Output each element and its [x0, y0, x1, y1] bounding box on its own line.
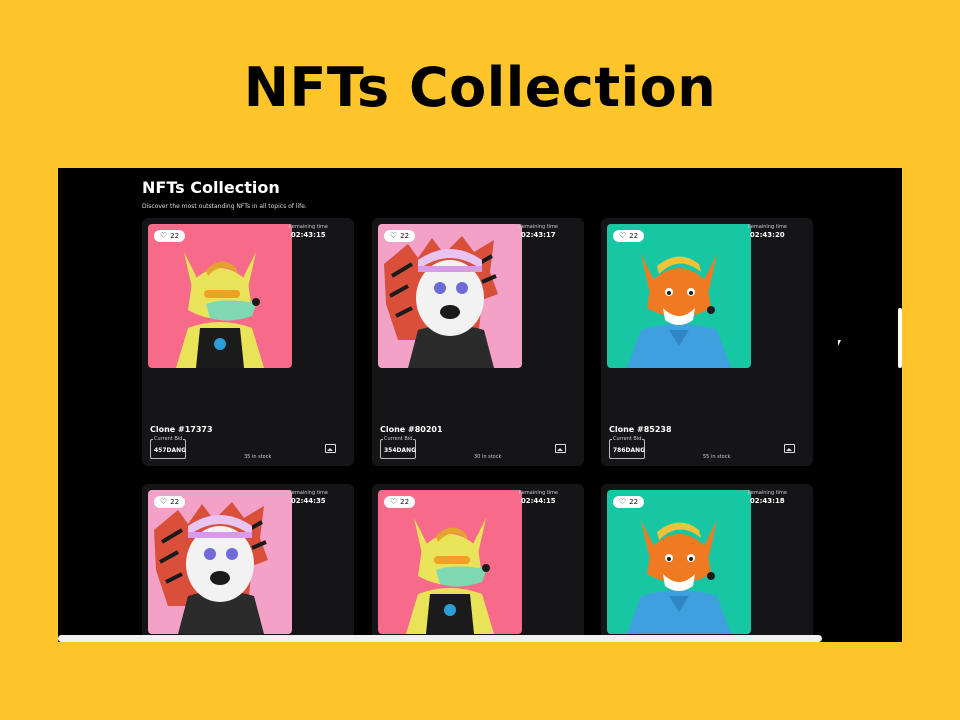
remaining-time-label: Remaining time — [288, 490, 328, 496]
remaining-time-value: 02:43:20 — [749, 231, 785, 239]
mouse-cursor — [838, 340, 841, 346]
current-bid: Current Bid 354DANG — [380, 436, 417, 459]
page-title: NFTs Collection — [142, 178, 280, 197]
nft-artwork[interactable] — [148, 224, 292, 368]
remaining-time-label: Remaining time — [518, 224, 558, 230]
bear-artwork-image — [378, 224, 522, 368]
heart-icon: ♡ — [160, 231, 168, 240]
remaining-time-value: 02:43:15 — [290, 231, 326, 239]
remaining-time-label: Remaining time — [518, 490, 558, 496]
nft-card[interactable]: ♡ 22 Remaining time 02:44:35 — [142, 484, 354, 642]
remaining-time-value: 02:43:18 — [749, 497, 785, 505]
fox-artwork-image — [607, 490, 751, 634]
nft-artwork[interactable] — [607, 490, 751, 634]
image-icon[interactable] — [325, 444, 336, 453]
current-bid: Current Bid 457DANG — [150, 436, 187, 459]
image-icon[interactable] — [784, 444, 795, 453]
current-bid-label: Current Bid — [153, 436, 184, 442]
remaining-time: Remaining time 02:44:15 — [519, 490, 558, 505]
nft-name[interactable]: Clone #85238 — [609, 425, 672, 434]
heart-icon: ♡ — [390, 497, 398, 506]
heart-icon: ♡ — [160, 497, 168, 506]
remaining-time: Remaining time 02:43:17 — [519, 224, 558, 239]
heart-icon: ♡ — [390, 231, 398, 240]
current-bid-value: 457DANG — [154, 447, 187, 454]
nft-card[interactable]: ♡ 22 Remaining time 02:43:18 — [601, 484, 813, 642]
current-bid-label: Current Bid — [383, 436, 414, 442]
nft-artwork[interactable] — [148, 490, 292, 634]
nft-name[interactable]: Clone #17373 — [150, 425, 213, 434]
page-subtitle: Discover the most outstanding NFTs in al… — [142, 203, 307, 210]
nft-artwork[interactable] — [378, 490, 522, 634]
app-screen: NFTs Collection Discover the most outsta… — [58, 168, 902, 642]
current-bid-label: Current Bid — [612, 436, 643, 442]
like-count: 22 — [400, 498, 410, 506]
stock-count: 55 in stock — [703, 454, 731, 460]
remaining-time-value: 02:44:35 — [290, 497, 326, 505]
remaining-time-label: Remaining time — [288, 224, 328, 230]
stock-count: 30 in stock — [474, 454, 502, 460]
nft-card[interactable]: ♡ 22 Remaining time 02:44:15 — [372, 484, 584, 642]
remaining-time-value: 02:44:15 — [520, 497, 556, 505]
current-bid-value: 786DANG — [613, 447, 646, 454]
stock-count: 35 in stock — [244, 454, 272, 460]
horizontal-scrollbar[interactable] — [58, 635, 822, 642]
like-counter[interactable]: ♡ 22 — [154, 496, 186, 508]
slide-title: NFTs Collection — [243, 56, 717, 119]
nft-artwork[interactable] — [607, 224, 751, 368]
like-counter[interactable]: ♡ 22 — [384, 496, 416, 508]
fox-artwork-image — [378, 490, 522, 634]
like-count: 22 — [629, 498, 639, 506]
fox-artwork-image — [148, 224, 292, 368]
like-count: 22 — [170, 498, 180, 506]
remaining-time-value: 02:43:17 — [520, 231, 556, 239]
nft-card[interactable]: ♡ 22 Remaining time 02:43:20 Clone #8523… — [601, 218, 813, 466]
bear-artwork-image — [148, 490, 292, 634]
like-counter[interactable]: ♡ 22 — [154, 230, 186, 242]
remaining-time: Remaining time 02:43:18 — [748, 490, 787, 505]
like-count: 22 — [170, 232, 180, 240]
fox-artwork-image — [607, 224, 751, 368]
nft-card[interactable]: ♡ 22 Remaining time 02:43:17 Clone #8020… — [372, 218, 584, 466]
remaining-time-label: Remaining time — [747, 490, 787, 496]
vertical-scrollbar[interactable] — [898, 308, 902, 368]
like-count: 22 — [629, 232, 639, 240]
current-bid-value: 354DANG — [384, 447, 417, 454]
like-count: 22 — [400, 232, 410, 240]
like-counter[interactable]: ♡ 22 — [384, 230, 416, 242]
current-bid: Current Bid 786DANG — [609, 436, 646, 459]
like-counter[interactable]: ♡ 22 — [613, 496, 645, 508]
heart-icon: ♡ — [619, 231, 627, 240]
nft-artwork[interactable] — [378, 224, 522, 368]
remaining-time: Remaining time 02:44:35 — [289, 490, 328, 505]
heart-icon: ♡ — [619, 497, 627, 506]
remaining-time: Remaining time 02:43:15 — [289, 224, 328, 239]
remaining-time: Remaining time 02:43:20 — [748, 224, 787, 239]
nft-card[interactable]: ♡ 22 Remaining time 02:43:15 Clone #1737… — [142, 218, 354, 466]
like-counter[interactable]: ♡ 22 — [613, 230, 645, 242]
nft-name[interactable]: Clone #80201 — [380, 425, 443, 434]
image-icon[interactable] — [555, 444, 566, 453]
remaining-time-label: Remaining time — [747, 224, 787, 230]
